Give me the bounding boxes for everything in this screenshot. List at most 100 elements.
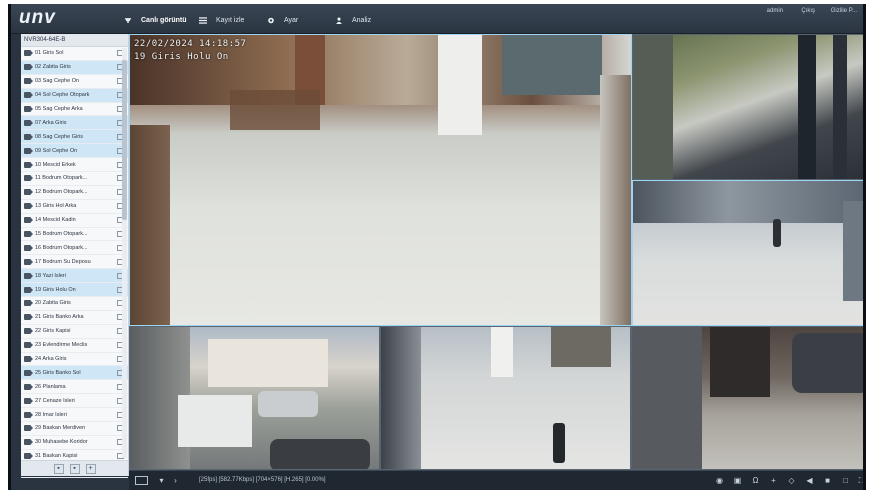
sequence-icon[interactable]: ›	[171, 476, 180, 485]
camera-icon	[24, 161, 33, 168]
zoom-icon[interactable]: +	[769, 476, 778, 485]
camera-list-item[interactable]: 01 Giris Sol	[21, 47, 128, 61]
record-icon[interactable]: ▣	[733, 476, 742, 485]
expand-icon[interactable]: □	[841, 476, 850, 485]
ptz-icon[interactable]: ◇	[787, 476, 796, 485]
brand-logo: unv	[19, 7, 56, 28]
video-tile-3[interactable]	[632, 180, 863, 326]
hide-link[interactable]: Gizlile P...	[831, 8, 857, 14]
camera-name: 25 Giris Banko Sol	[35, 369, 81, 376]
camera-icon	[124, 17, 132, 23]
camera-list-item[interactable]: 18 Yazi Isleri	[21, 269, 128, 284]
add-button[interactable]: +	[85, 463, 96, 474]
camera-list-item[interactable]: 03 Sag Cephe On	[21, 75, 128, 89]
camera-icon	[24, 411, 33, 418]
nav-live-label: Canlı görüntü	[141, 16, 187, 24]
camera-list-item[interactable]: 23 Evlendirme Meclis	[21, 339, 128, 353]
camera-list-item[interactable]: 07 Arka Giris	[21, 116, 128, 131]
camera-list-item[interactable]: 13 Giris Hol Arka	[21, 200, 128, 214]
camera-list-item[interactable]: 02 Zabita Giris	[21, 60, 128, 75]
camera-icon	[24, 286, 33, 293]
camera-list: 01 Giris Sol 02 Zabita Giris 03 Sag Cephe …	[21, 47, 128, 478]
camera-name: 14 Mescid Kadin	[35, 217, 76, 224]
camera-name: 29 Baskan Merdiven	[35, 425, 86, 432]
camera-icon	[24, 175, 33, 182]
camera-icon	[24, 383, 33, 390]
camera-name: 09 Sol Cephe On	[35, 147, 78, 154]
snapshot-icon[interactable]: ◉	[715, 476, 724, 485]
camera-list-item[interactable]: 09 Sol Cephe On	[21, 144, 128, 159]
video-tile-4[interactable]	[129, 326, 380, 470]
camera-list-item[interactable]: 15 Bodrum Otopark...	[21, 228, 128, 242]
scrollbar-thumb[interactable]	[122, 60, 127, 220]
user-link[interactable]: admin	[767, 8, 783, 14]
camera-icon	[24, 453, 33, 460]
camera-icon	[24, 217, 33, 224]
camera-list-item[interactable]: 12 Bodrum Otopark...	[21, 186, 128, 200]
stop-all-icon[interactable]: ■	[823, 476, 832, 485]
camera-icon	[24, 397, 33, 404]
camera-list-item[interactable]: 24 Arka Giris	[21, 353, 128, 367]
camera-icon	[24, 203, 33, 210]
camera-name: 20 Zabita Giris	[35, 300, 71, 307]
video-tile-6[interactable]	[631, 326, 863, 470]
camera-icon	[24, 342, 33, 349]
camera-list-item[interactable]: 27 Cenaze Isleri	[21, 394, 128, 409]
device-title: NVR304-64E-B	[21, 34, 128, 47]
nav-playback[interactable]: Kayıt izle	[199, 12, 244, 28]
camera-list-item[interactable]: 17 Bodrum Su Deposu	[21, 255, 128, 270]
sidebar-scrollbar[interactable]	[122, 48, 127, 458]
nav-smart-label: Analiz	[352, 16, 372, 24]
grid-layout-icon[interactable]	[135, 476, 148, 485]
screen-split-icon[interactable]: ▾	[157, 476, 166, 485]
camera-list-item[interactable]: 22 Giris Kapisi	[21, 325, 128, 339]
fullscreen-icon[interactable]: ⛶	[857, 476, 863, 485]
video-tile-1[interactable]: 22/02/2024 14:18:57 19 Giris Holu On	[129, 34, 632, 326]
camera-icon	[24, 314, 33, 321]
camera-list-item[interactable]: 08 Sag Cephe Giris	[21, 130, 128, 145]
camera-list-item[interactable]: 14 Mescid Kadin	[21, 214, 128, 228]
nav-setup[interactable]: Ayar	[267, 12, 298, 28]
list-view-button[interactable]: ▪	[53, 463, 64, 474]
camera-name: 21 Giris Banko Arka	[35, 314, 84, 321]
camera-name: 22 Giris Kapisi	[35, 328, 71, 335]
camera-icon	[24, 78, 33, 85]
nav-live-view[interactable]: Canlı görüntü	[124, 12, 187, 28]
camera-name: 07 Arka Giris	[35, 119, 67, 126]
nav-smart[interactable]: Analiz	[335, 12, 371, 28]
camera-list-item[interactable]: 21 Giris Banko Arka	[21, 311, 128, 325]
camera-list-item[interactable]: 19 Giris Holu On	[21, 283, 128, 298]
camera-name: 30 Muhasebe Koridor	[35, 439, 88, 446]
camera-icon	[24, 106, 33, 112]
camera-icon	[24, 328, 33, 335]
camera-list-item[interactable]: 30 Muhasebe Koridor	[21, 436, 128, 450]
camera-name: 12 Bodrum Otopark...	[35, 189, 88, 196]
camera-name: 10 Mescid Erkek	[35, 161, 76, 168]
camera-list-item[interactable]: 04 Sol Cephe Otopark	[21, 88, 128, 103]
camera-list-item[interactable]: 28 Imar Isleri	[21, 408, 128, 423]
camera-name: 15 Bodrum Otopark...	[35, 231, 88, 238]
camera-icon	[24, 133, 33, 140]
logout-link[interactable]: Çıkış	[801, 8, 815, 14]
list-icon	[199, 16, 207, 24]
favorite-button[interactable]: ▪	[69, 463, 80, 474]
camera-list-item[interactable]: 11 Bodrum Otopark...	[21, 172, 128, 186]
speaker-icon[interactable]: ◀	[805, 476, 814, 485]
camera-icon	[24, 244, 33, 251]
camera-list-item[interactable]: 05 Sag Cephe Arka	[21, 103, 128, 117]
camera-name: 17 Bodrum Su Deposu	[35, 258, 91, 265]
headset-icon[interactable]: Ω	[751, 476, 760, 485]
nav-playback-label: Kayıt izle	[216, 16, 245, 24]
video-tile-2[interactable]	[632, 34, 863, 180]
camera-list-item[interactable]: 29 Baskan Merdiven	[21, 422, 128, 436]
camera-list-item[interactable]: 25 Giris Banko Sol	[21, 366, 128, 381]
camera-icon	[24, 439, 33, 446]
video-tile-5[interactable]	[380, 326, 631, 470]
camera-icon	[24, 64, 33, 71]
camera-list-item[interactable]: 20 Zabita Giris	[21, 297, 128, 311]
camera-list-item[interactable]: 16 Bodrum Otopark...	[21, 241, 128, 256]
camera-list-item[interactable]: 10 Mescid Erkek	[21, 158, 128, 173]
camera-name: 24 Arka Giris	[35, 356, 67, 363]
camera-name: 05 Sag Cephe Arka	[35, 106, 83, 112]
camera-list-item[interactable]: 26 Planlama	[21, 380, 128, 395]
